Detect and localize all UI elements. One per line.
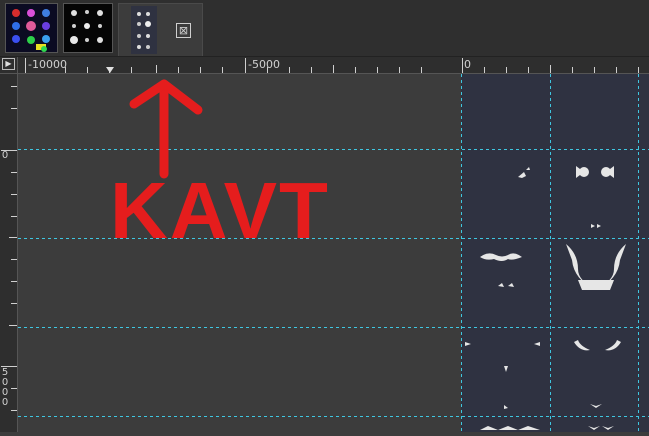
current-image-icon	[131, 6, 157, 54]
vertical-ruler[interactable]: 0 5000	[0, 74, 18, 432]
ruler-corner: ▶	[0, 57, 18, 74]
hruler-label-0: 0	[464, 58, 471, 71]
color-sprite-sheet-icon	[6, 4, 57, 52]
current-image-thumbnail	[131, 6, 157, 54]
white-sprite-sheet-icon	[64, 4, 112, 52]
canvas-drawing: KAVT	[18, 74, 649, 432]
hruler-label-minus-5000: -5000	[248, 58, 280, 71]
annotation-text: KAVT	[110, 166, 330, 255]
pointer-position-marker	[106, 67, 114, 73]
color-sprite-sheet-thumbnail[interactable]	[5, 3, 58, 53]
vruler-label-0: 0	[1, 150, 9, 161]
white-sprite-sheet-thumbnail[interactable]	[63, 3, 113, 53]
annotation-arrow	[129, 79, 203, 179]
image-tab-bar: ⊠	[0, 0, 649, 57]
vruler-label-5000: 5000	[1, 367, 9, 408]
close-tab-icon[interactable]: ⊠	[176, 23, 191, 38]
active-image-tab[interactable]: ⊠	[118, 3, 203, 56]
horizontal-ruler-ticks	[25, 58, 639, 73]
hruler-label-minus-10000: -10000	[28, 58, 67, 71]
navigate-button[interactable]: ▶	[2, 58, 15, 70]
horizontal-ruler[interactable]: -10000 -5000 0	[18, 57, 649, 74]
image-canvas[interactable]: KAVT	[18, 74, 649, 432]
